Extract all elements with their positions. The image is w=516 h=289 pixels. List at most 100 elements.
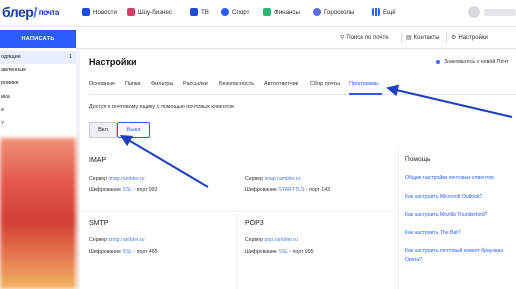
sidebar-item-label: авленные — [1, 67, 27, 73]
showbiz-icon — [127, 8, 135, 16]
tab-folders[interactable]: Папки — [125, 81, 140, 87]
imap-server-value: imap.rambler.ru — [264, 176, 301, 182]
nav-showbiz-label: Шоу-бизнес — [138, 8, 172, 16]
help-panel — [398, 147, 516, 289]
search-icon: ⚲ — [340, 35, 345, 41]
encryption-label: Шифрование — [245, 187, 277, 193]
news-icon — [82, 8, 90, 16]
nav-news[interactable]: Новости — [82, 8, 117, 16]
tab-security[interactable]: Безопасность — [219, 81, 254, 87]
port-value: - порт 995 — [289, 249, 314, 255]
nav-more[interactable]: Ещё — [372, 8, 396, 16]
nav-tv-label: ТВ — [201, 8, 209, 16]
sidebar-item-drafts[interactable]: ровики — [0, 77, 76, 90]
notice-text: Знакомьтесь с новой Почт — [444, 59, 509, 65]
nav-showbiz[interactable]: Шоу-бизнес — [127, 8, 172, 16]
encryption-value: SSL — [278, 249, 288, 255]
sidebar-item-trash[interactable]: е — [0, 104, 76, 117]
logo-text: блер — [2, 4, 34, 20]
tab-general[interactable]: Основные — [89, 81, 115, 87]
logo-subtitle: почта — [38, 8, 60, 17]
encryption-label: Шифрование — [245, 249, 277, 255]
port-value: - порт 465 — [133, 249, 158, 255]
smtp-title: SMTP — [89, 220, 109, 227]
sidebar-item-label: ика — [1, 94, 10, 100]
active-tab-indicator — [349, 93, 382, 95]
imap-server-value: imap.rambler.ru — [108, 176, 145, 182]
pop3-title: POP3 — [245, 220, 264, 227]
user-name-placeholder[interactable] — [484, 9, 516, 16]
help-link-opera-cont[interactable]: Opera? — [405, 257, 422, 263]
help-link-general[interactable]: Общие настройки почтовых клиентов — [405, 175, 494, 181]
encryption-value: SSL — [122, 187, 132, 193]
help-link-thebat[interactable]: Как настроить The Bat? — [405, 230, 461, 236]
sidebar-item-label: одящие — [1, 54, 21, 60]
sidebar-item-label: ровики — [1, 80, 19, 86]
compose-button[interactable]: НАПИСАТЬ — [0, 30, 76, 48]
pop3-encryption-row: Шифрование SSL - порт 995 — [245, 249, 314, 255]
encryption-value: STARTTLS — [278, 187, 305, 193]
nav-horoscope[interactable]: Гороскопы — [313, 8, 354, 16]
imap-server-row-2: Сервер imap.rambler.ru — [245, 176, 300, 182]
nav-horoscope-label: Гороскопы — [324, 8, 355, 16]
mail-toolbar — [76, 27, 516, 49]
nav-finance[interactable]: Финансы — [263, 8, 300, 16]
contacts-button[interactable]: ▤ Контакты — [406, 34, 440, 42]
toolbar-divider — [446, 33, 447, 43]
server-label: Сервер — [245, 237, 263, 243]
tab-filters[interactable]: Фильтры — [151, 81, 173, 87]
sidebar-item-spam[interactable]: ика — [0, 91, 76, 104]
disable-button[interactable]: Выкл — [117, 122, 150, 138]
search-button[interactable]: ⚲ Поиск по почте — [340, 34, 389, 42]
grid-icon — [372, 8, 380, 16]
nav-tv[interactable]: ТВ — [190, 8, 209, 16]
tab-newsletters[interactable]: Рассылки — [183, 81, 208, 87]
settings-button[interactable]: ⚙ Настройки — [451, 34, 488, 42]
rambler-logo[interactable]: блер/почта — [2, 4, 59, 20]
dot-icon — [436, 60, 440, 64]
tv-icon — [190, 8, 198, 16]
imap-title: IMAP — [89, 157, 107, 164]
contacts-label: Контакты — [413, 34, 440, 41]
nav-news-label: Новости — [93, 8, 117, 16]
sidebar-item-inbox[interactable]: одящие 1 — [0, 51, 76, 64]
imap-encryption-row-2: Шифрование STARTTLS - порт 143 — [245, 187, 330, 193]
imap-encryption-row: Шифрование SSL - порт 993 — [89, 187, 158, 193]
logo-slash: / — [33, 4, 37, 20]
nav-sport[interactable]: Спорт — [221, 8, 249, 16]
help-link-thunderbird[interactable]: Как настроить Mozilla Thunderbird? — [405, 212, 487, 218]
smtp-encryption-row: Шифрование SSL - порт 465 — [89, 249, 158, 255]
sidebar-item-sent[interactable]: авленные — [0, 64, 76, 77]
smtp-server-value: smtp.rambler.ru — [108, 237, 145, 243]
server-label: Сервер — [89, 176, 107, 182]
toolbar-divider — [401, 33, 402, 43]
tab-mail-collector[interactable]: Сбор почты — [310, 81, 340, 87]
avatar[interactable] — [468, 6, 480, 18]
port-value: - порт 993 — [133, 187, 158, 193]
tab-programs[interactable]: Программы — [349, 81, 379, 87]
tabs-divider — [89, 94, 516, 95]
access-description: Доступ к почтовому ящику с помощью почто… — [89, 104, 235, 110]
enable-button[interactable]: Вкл — [89, 122, 117, 138]
encryption-label: Шифрование — [89, 187, 121, 193]
nav-finance-label: Финансы — [274, 8, 300, 16]
help-title: Помощь — [405, 156, 431, 163]
help-link-opera[interactable]: Как настроить почтовый клиент браузера — [405, 248, 503, 254]
encryption-label: Шифрование — [89, 249, 121, 255]
new-mail-notice[interactable]: Знакомьтесь с новой Почт — [436, 59, 509, 65]
contacts-icon: ▤ — [406, 35, 412, 41]
sidebar-more-toggle[interactable]: ˅ — [0, 117, 76, 130]
search-label: Поиск по почте — [346, 34, 389, 41]
settings-label: Настройки — [458, 34, 488, 41]
gear-icon: ⚙ — [451, 35, 457, 41]
unread-count: 1 — [68, 54, 72, 60]
imap-server-row: Сервер imap.rambler.ru — [89, 176, 144, 182]
port-value: - порт 143 — [305, 187, 330, 193]
top-header — [0, 0, 516, 27]
blurred-ad-banner — [0, 138, 76, 289]
encryption-value: SSL — [122, 249, 132, 255]
tab-autoreply[interactable]: Автоответчик — [264, 81, 298, 87]
server-label: Сервер — [245, 176, 263, 182]
nav-sport-label: Спорт — [232, 8, 250, 16]
help-link-outlook[interactable]: Как настроить Microsoft Outlook? — [405, 194, 482, 200]
